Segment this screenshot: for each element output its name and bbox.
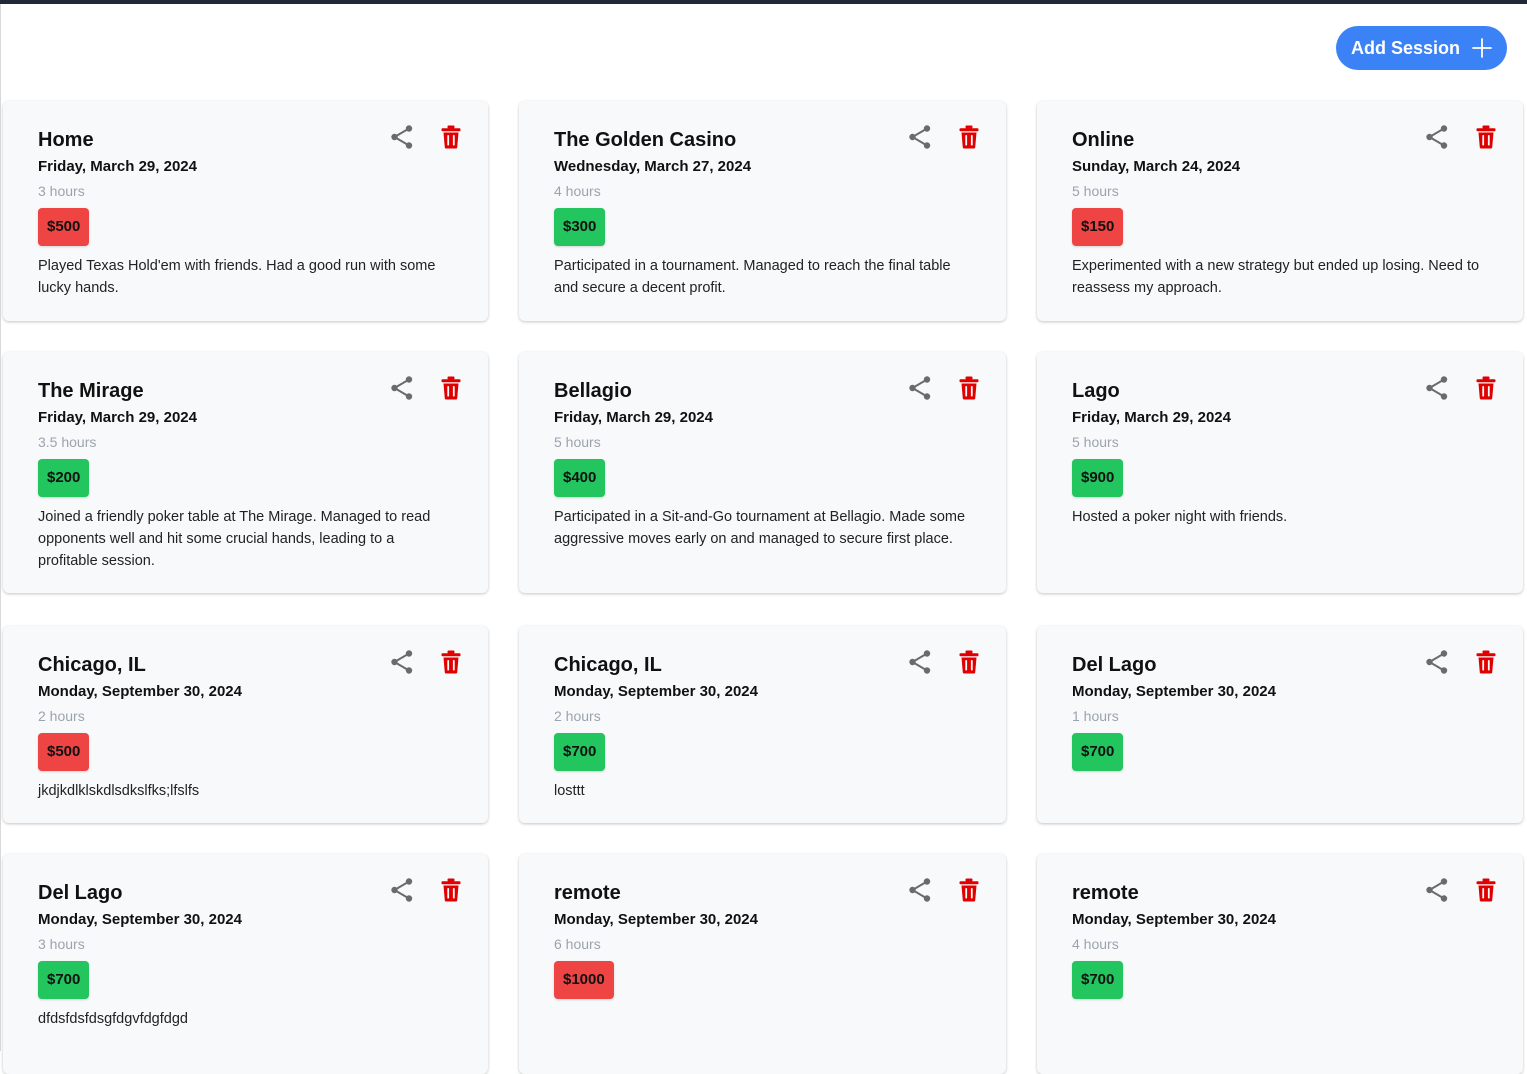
- share-icon[interactable]: [907, 877, 933, 903]
- card-actions: [389, 124, 464, 150]
- session-amount-badge: $1000: [554, 961, 614, 999]
- top-border: [0, 0, 1527, 4]
- share-icon[interactable]: [907, 124, 933, 150]
- session-duration: 5 hours: [1072, 434, 1119, 450]
- session-amount-badge: $900: [1072, 459, 1124, 497]
- card-actions: [389, 877, 464, 903]
- trash-icon[interactable]: [956, 877, 982, 903]
- session-amount-badge: $700: [1072, 961, 1124, 999]
- session-amount-badge: $700: [38, 961, 90, 999]
- session-notes: dfdsfdsfdsgfdgvfdgfdgd: [38, 1011, 188, 1027]
- session-card: The Golden Casino Wednesday, March 27, 2…: [519, 101, 1006, 321]
- session-duration: 2 hours: [554, 708, 601, 724]
- session-date: Monday, September 30, 2024: [554, 911, 758, 928]
- session-duration: 1 hours: [1072, 708, 1119, 724]
- session-card: Online Sunday, March 24, 2024 5 hours $1…: [1037, 101, 1523, 321]
- share-icon[interactable]: [907, 375, 933, 401]
- session-card: Lago Friday, March 29, 2024 5 hours $900…: [1037, 352, 1523, 593]
- session-amount-badge: $500: [38, 733, 90, 771]
- session-card: Bellagio Friday, March 29, 2024 5 hours …: [519, 352, 1006, 593]
- trash-icon[interactable]: [438, 877, 464, 903]
- share-icon[interactable]: [907, 649, 933, 675]
- session-notes: Joined a friendly poker table at The Mir…: [38, 509, 431, 569]
- session-date: Friday, March 29, 2024: [1072, 409, 1231, 426]
- session-date: Monday, September 30, 2024: [38, 911, 242, 928]
- trash-icon[interactable]: [1473, 124, 1499, 150]
- share-icon[interactable]: [1424, 877, 1450, 903]
- session-card: remote Monday, September 30, 2024 4 hour…: [1037, 854, 1523, 1074]
- session-duration: 4 hours: [554, 183, 601, 199]
- session-notes: Played Texas Hold'em with friends. Had a…: [38, 258, 436, 296]
- card-actions: [1424, 124, 1499, 150]
- trash-icon[interactable]: [1473, 877, 1499, 903]
- trash-icon[interactable]: [956, 124, 982, 150]
- session-amount-badge: $700: [554, 733, 606, 771]
- session-card: Chicago, IL Monday, September 30, 2024 2…: [3, 626, 488, 823]
- session-notes: Experimented with a new strategy but end…: [1072, 258, 1480, 296]
- card-actions: [907, 124, 982, 150]
- share-icon[interactable]: [389, 877, 415, 903]
- session-card: Del Lago Monday, September 30, 2024 1 ho…: [1037, 626, 1523, 823]
- session-notes: Participated in a tournament. Managed to…: [554, 258, 951, 296]
- share-icon[interactable]: [389, 124, 415, 150]
- session-duration: 3.5 hours: [38, 434, 97, 450]
- share-icon[interactable]: [389, 649, 415, 675]
- session-amount-badge: $300: [554, 208, 606, 246]
- session-date: Sunday, March 24, 2024: [1072, 158, 1241, 175]
- trash-icon[interactable]: [1473, 649, 1499, 675]
- session-date: Monday, September 30, 2024: [1072, 683, 1276, 700]
- card-actions: [907, 877, 982, 903]
- trash-icon[interactable]: [956, 375, 982, 401]
- session-notes: losttt: [554, 783, 585, 799]
- sessions-grid: Home Friday, March 29, 2024 3 hours $500…: [3, 101, 1523, 1074]
- session-duration: 3 hours: [38, 183, 85, 199]
- session-card: Chicago, IL Monday, September 30, 2024 2…: [519, 626, 1006, 823]
- card-actions: [1424, 649, 1499, 675]
- session-date: Monday, September 30, 2024: [554, 683, 758, 700]
- trash-icon[interactable]: [438, 124, 464, 150]
- plus-icon: [1472, 38, 1492, 58]
- session-date: Friday, March 29, 2024: [38, 158, 197, 175]
- session-duration: 4 hours: [1072, 936, 1119, 952]
- trash-icon[interactable]: [438, 375, 464, 401]
- trash-icon[interactable]: [438, 649, 464, 675]
- card-actions: [907, 649, 982, 675]
- share-icon[interactable]: [1424, 649, 1450, 675]
- add-session-button[interactable]: Add Session: [1336, 26, 1507, 70]
- session-card: Del Lago Monday, September 30, 2024 3 ho…: [3, 854, 488, 1074]
- session-notes: jkdjkdlklskdlsdkslfks;lfslfs: [38, 783, 200, 799]
- session-date: Monday, September 30, 2024: [1072, 911, 1276, 928]
- session-card: Home Friday, March 29, 2024 3 hours $500…: [3, 101, 488, 321]
- card-actions: [1424, 375, 1499, 401]
- session-duration: 3 hours: [38, 936, 85, 952]
- share-icon[interactable]: [1424, 375, 1450, 401]
- session-date: Monday, September 30, 2024: [38, 683, 242, 700]
- card-actions: [389, 649, 464, 675]
- session-date: Wednesday, March 27, 2024: [554, 158, 752, 175]
- card-actions: [1424, 877, 1499, 903]
- share-icon[interactable]: [1424, 124, 1450, 150]
- share-icon[interactable]: [389, 375, 415, 401]
- session-notes: Participated in a Sit-and-Go tournament …: [554, 509, 966, 547]
- session-date: Friday, March 29, 2024: [38, 409, 197, 426]
- session-amount-badge: $500: [38, 208, 90, 246]
- left-border: [0, 4, 1, 1051]
- session-amount-badge: $200: [38, 459, 90, 497]
- session-date: Friday, March 29, 2024: [554, 409, 713, 426]
- session-duration: 2 hours: [38, 708, 85, 724]
- session-amount-badge: $150: [1072, 208, 1124, 246]
- trash-icon[interactable]: [1473, 375, 1499, 401]
- add-session-label: Add Session: [1350, 37, 1461, 58]
- session-notes: Hosted a poker night with friends.: [1072, 509, 1288, 525]
- session-amount-badge: $400: [554, 459, 606, 497]
- session-amount-badge: $700: [1072, 733, 1124, 771]
- session-card: remote Monday, September 30, 2024 6 hour…: [519, 854, 1006, 1074]
- session-duration: 5 hours: [1072, 183, 1119, 199]
- session-card: The Mirage Friday, March 29, 2024 3.5 ho…: [3, 352, 488, 593]
- card-actions: [389, 375, 464, 401]
- session-duration: 6 hours: [554, 936, 601, 952]
- card-actions: [907, 375, 982, 401]
- trash-icon[interactable]: [956, 649, 982, 675]
- session-duration: 5 hours: [554, 434, 601, 450]
